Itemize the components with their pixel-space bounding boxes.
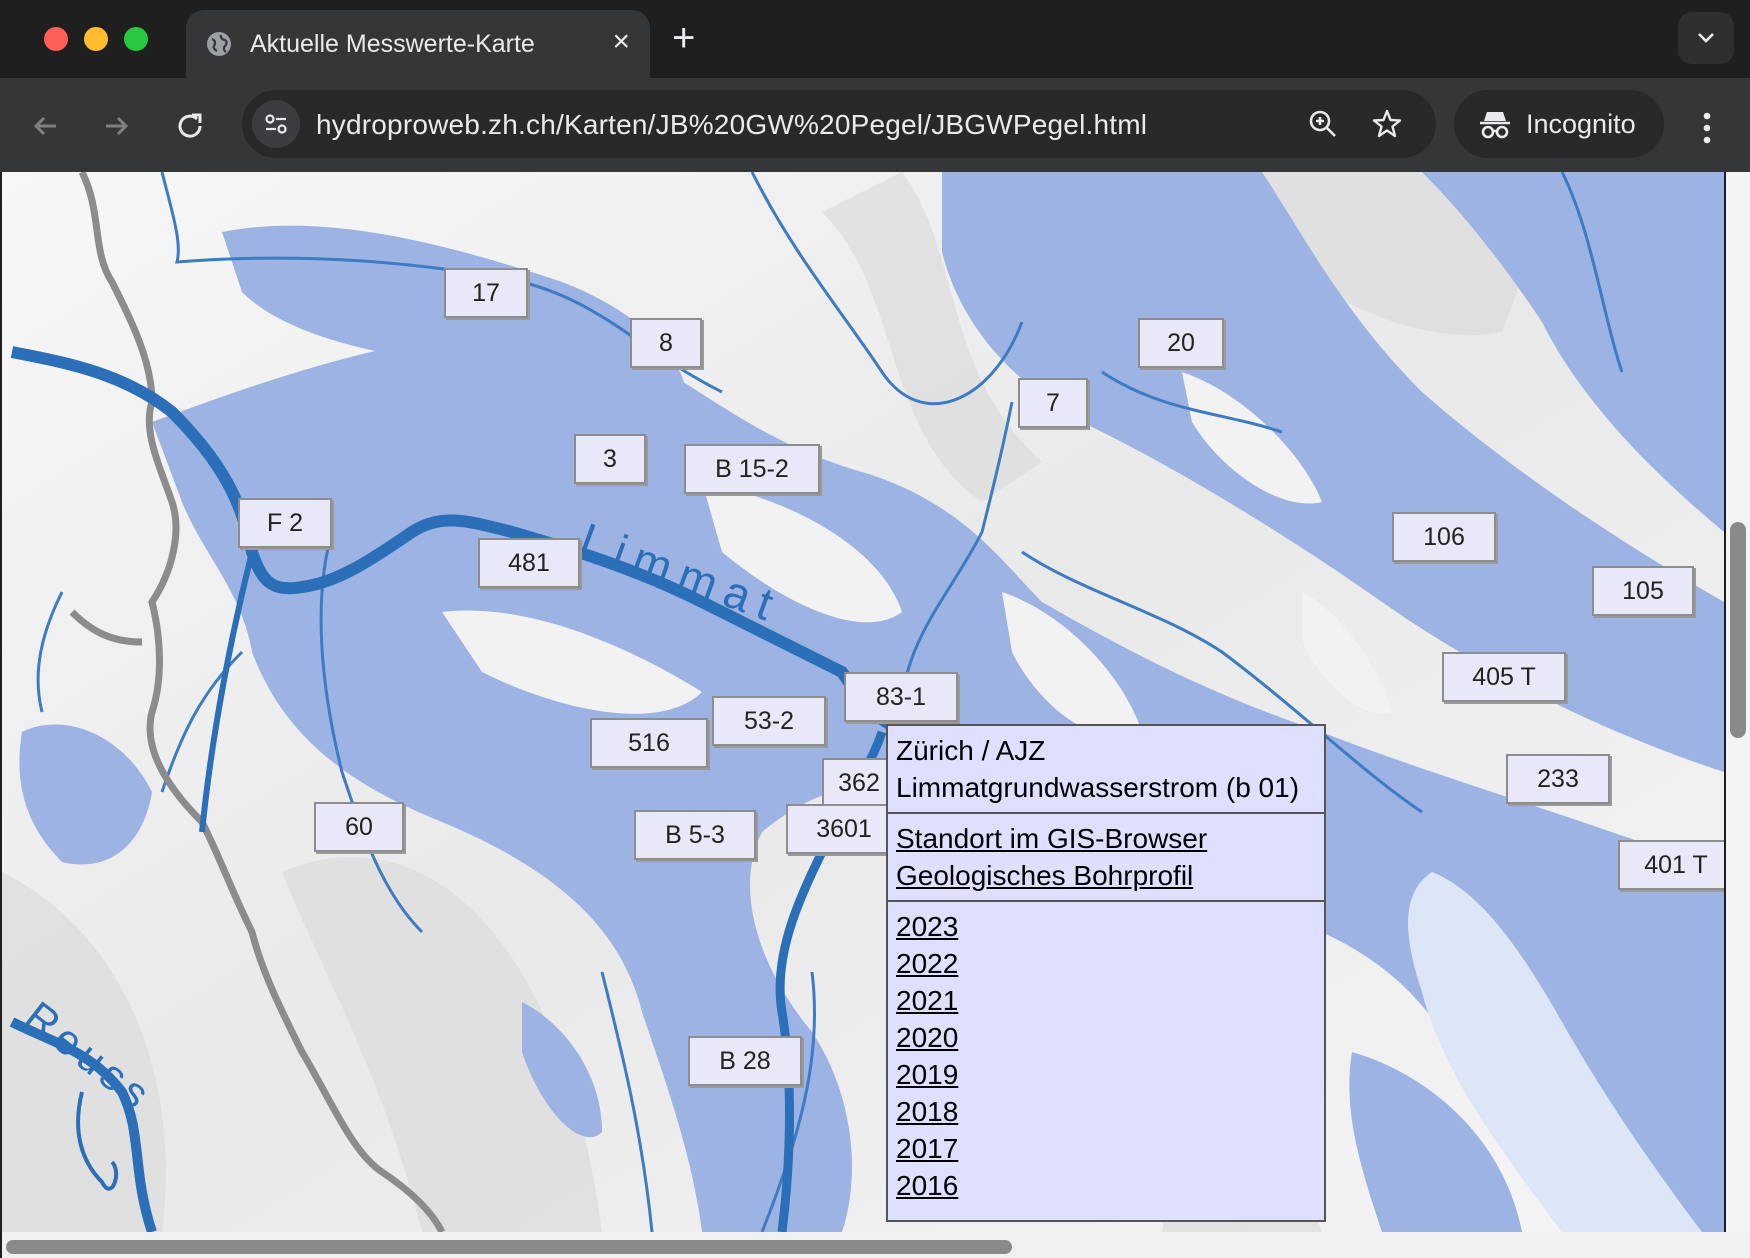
- year-link-2016[interactable]: 2016: [896, 1167, 1316, 1204]
- gauge-marker[interactable]: 3601: [786, 804, 902, 854]
- gauge-info-popup: Zürich / AJZ Limmatgrundwasserstrom (b 0…: [886, 724, 1326, 1222]
- gauge-marker[interactable]: 53-2: [712, 696, 826, 746]
- popup-years: 2023 2022 2021 2020 2019 2018 2017 2016: [888, 902, 1324, 1210]
- gis-browser-link[interactable]: Standort im GIS-Browser: [896, 820, 1316, 857]
- gauge-marker[interactable]: 7: [1018, 378, 1088, 428]
- incognito-badge[interactable]: Incognito: [1454, 90, 1664, 158]
- horizontal-scrollbar-thumb[interactable]: [6, 1240, 1012, 1254]
- back-arrow-icon[interactable]: [26, 106, 66, 146]
- incognito-label: Incognito: [1526, 109, 1636, 139]
- gauge-marker[interactable]: 401 T: [1618, 840, 1724, 890]
- gauge-marker[interactable]: 20: [1138, 318, 1224, 368]
- gauge-marker[interactable]: B 5-3: [634, 810, 756, 860]
- tab-title: Aktuelle Messwerte-Karte: [250, 30, 535, 58]
- borehole-profile-link[interactable]: Geologisches Bohrprofil: [896, 857, 1316, 894]
- kebab-menu-icon[interactable]: [1692, 108, 1722, 148]
- gauge-marker[interactable]: F 2: [238, 498, 332, 548]
- globe-icon: [207, 32, 231, 56]
- chevron-down-icon: [1698, 33, 1714, 43]
- site-settings-button[interactable]: [252, 100, 300, 148]
- gauge-marker[interactable]: 405 T: [1442, 652, 1566, 702]
- gauge-marker[interactable]: 83-1: [844, 672, 958, 722]
- close-tab-icon[interactable]: ×: [612, 25, 630, 59]
- year-link-2021[interactable]: 2021: [896, 982, 1316, 1019]
- vertical-scrollbar-thumb[interactable]: [1730, 522, 1746, 738]
- popup-links: Standort im GIS-Browser Geologisches Boh…: [888, 814, 1324, 902]
- gauge-marker[interactable]: 3: [574, 434, 646, 484]
- bookmark-star-icon[interactable]: [1370, 107, 1404, 141]
- year-link-2017[interactable]: 2017: [896, 1130, 1316, 1167]
- year-link-2020[interactable]: 2020: [896, 1019, 1316, 1056]
- maximize-window-button[interactable]: [124, 27, 148, 51]
- year-link-2019[interactable]: 2019: [896, 1056, 1316, 1093]
- gauge-marker[interactable]: 233: [1506, 754, 1610, 804]
- popup-description: Limmatgrundwasserstrom (b 01): [896, 772, 1300, 803]
- popup-location: Zürich / AJZ: [896, 735, 1046, 766]
- popup-header: Zürich / AJZ Limmatgrundwasserstrom (b 0…: [888, 726, 1324, 814]
- tab-search-button[interactable]: [1678, 12, 1734, 64]
- gauge-marker[interactable]: B 15-2: [684, 444, 820, 494]
- gauge-marker[interactable]: 481: [478, 538, 580, 588]
- new-tab-button[interactable]: +: [672, 18, 695, 58]
- gauge-marker[interactable]: 8: [630, 318, 702, 368]
- gauge-marker[interactable]: 516: [590, 718, 708, 768]
- year-link-2023[interactable]: 2023: [896, 908, 1316, 945]
- gauge-marker[interactable]: 362: [822, 758, 896, 808]
- gauge-marker[interactable]: 17: [444, 268, 528, 318]
- gauge-marker[interactable]: B 28: [688, 1036, 802, 1086]
- gauge-marker[interactable]: 105: [1592, 566, 1694, 616]
- toolbar: hydroproweb.zh.ch/Karten/JB%20GW%20Pegel…: [0, 78, 1750, 172]
- year-link-2022[interactable]: 2022: [896, 945, 1316, 982]
- zoom-icon[interactable]: [1306, 107, 1340, 141]
- url-text[interactable]: hydroproweb.zh.ch/Karten/JB%20GW%20Pegel…: [316, 109, 1147, 141]
- close-window-button[interactable]: [44, 27, 68, 51]
- address-bar[interactable]: hydroproweb.zh.ch/Karten/JB%20GW%20Pegel…: [242, 90, 1436, 158]
- tune-icon: [265, 114, 287, 134]
- active-tab[interactable]: Aktuelle Messwerte-Karte ×: [186, 10, 650, 78]
- gauge-marker[interactable]: 60: [314, 802, 404, 852]
- incognito-icon: [1480, 112, 1510, 139]
- gauge-marker[interactable]: 106: [1392, 512, 1496, 562]
- reload-icon[interactable]: [170, 106, 210, 146]
- year-link-2018[interactable]: 2018: [896, 1093, 1316, 1130]
- forward-arrow-icon[interactable]: [96, 106, 136, 146]
- tab-bar: Aktuelle Messwerte-Karte × +: [0, 0, 1750, 78]
- map-viewport[interactable]: Limmat Reuss 17 8 20 7 3 B 15-2 F 2 481 …: [2, 172, 1724, 1232]
- minimize-window-button[interactable]: [84, 27, 108, 51]
